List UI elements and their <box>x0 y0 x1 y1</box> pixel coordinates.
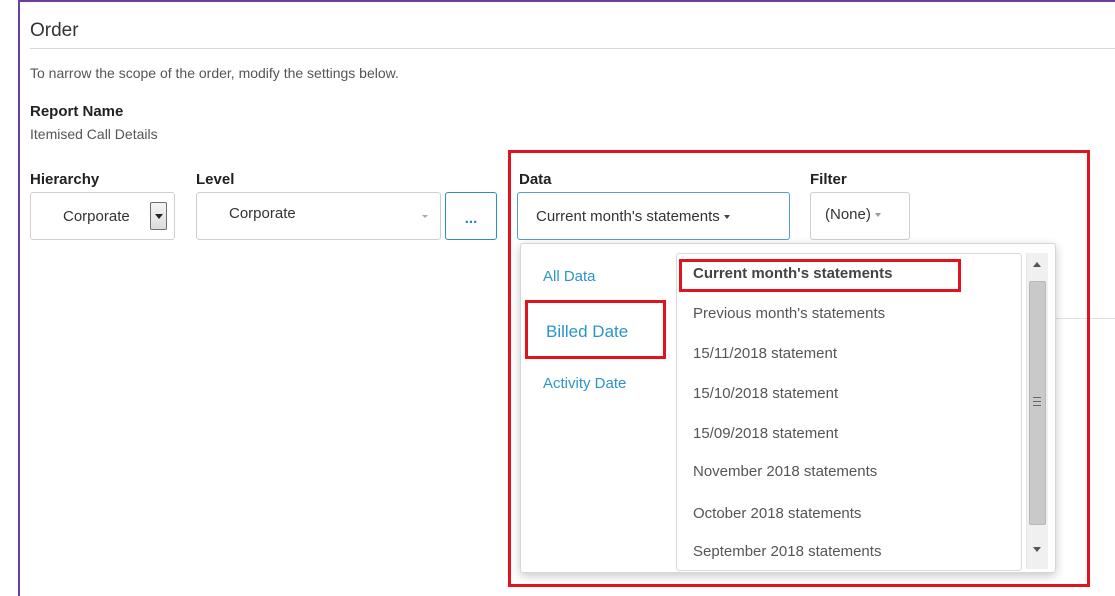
level-value: Corporate <box>229 205 296 222</box>
section-title: Order <box>30 20 79 41</box>
intro-text: To narrow the scope of the order, modify… <box>30 65 399 81</box>
chevron-down-icon[interactable] <box>150 202 167 230</box>
report-name-label: Report Name <box>30 103 124 120</box>
title-divider <box>30 48 1115 49</box>
level-browse-button[interactable]: ... <box>445 192 497 240</box>
hierarchy-label: Hierarchy <box>30 171 100 188</box>
report-name-value: Itemised Call Details <box>30 126 158 142</box>
hierarchy-select[interactable]: Corporate <box>30 192 175 240</box>
level-select[interactable]: Corporate <box>196 192 441 240</box>
hierarchy-value: Corporate <box>63 208 130 225</box>
data-section-highlight <box>508 150 1090 587</box>
caret-down-icon <box>422 215 428 218</box>
level-label: Level <box>196 171 235 188</box>
